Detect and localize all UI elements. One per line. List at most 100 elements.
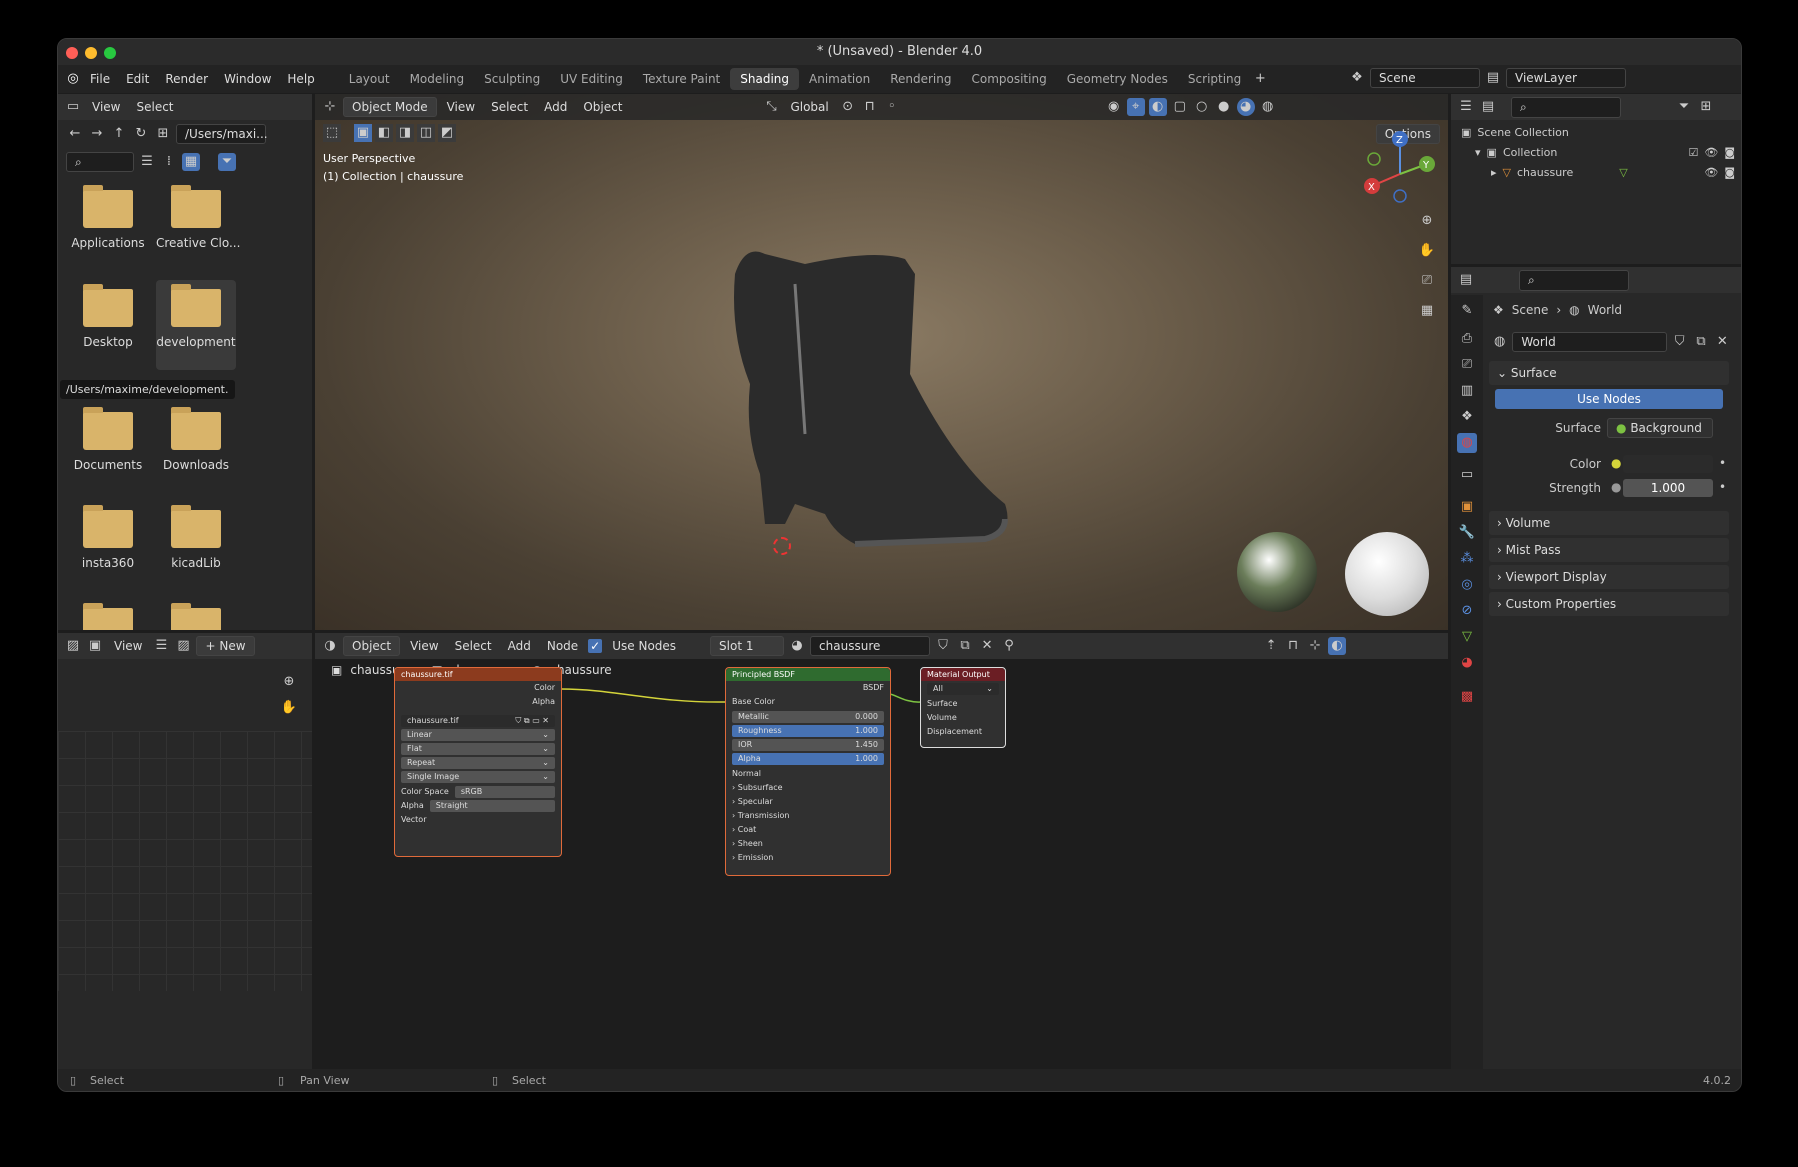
tab-animation[interactable]: Animation (799, 68, 880, 90)
surface-shader-field[interactable]: ● Background (1607, 418, 1713, 438)
camera-icon[interactable]: ⎚ (1418, 272, 1436, 290)
3d-viewport[interactable]: ⊹ Object Mode View Select Add Object ⤡ G… (315, 94, 1448, 630)
interpolation-dropdown[interactable]: Linear ⌄ (401, 729, 555, 741)
folder-kicadlib[interactable]: kicadLib (156, 505, 236, 570)
list-view-icon[interactable]: ☰ (138, 153, 156, 171)
properties-search-input[interactable]: ⌕ (1519, 269, 1629, 291)
expand-icon[interactable]: ▸ (1491, 166, 1497, 179)
zoom-icon[interactable]: ⊕ (280, 673, 298, 691)
outliner-collection[interactable]: ▾ ▣ Collection ☑ 👁 ◙ (1475, 146, 1735, 159)
unlink-icon[interactable]: ✕ (1714, 333, 1731, 351)
coat-panel[interactable]: › Coat (726, 823, 890, 837)
eye-icon[interactable]: 👁 (1704, 146, 1718, 159)
ortho-grid-icon[interactable]: ▦ (1418, 302, 1436, 320)
view-mode-icon[interactable]: ▣ (86, 637, 104, 655)
outliner-scene-collection[interactable]: ▣ Scene Collection (1461, 126, 1569, 139)
intersect-selection-icon[interactable]: ◩ (438, 124, 456, 142)
folder-insta360[interactable]: insta360 (68, 505, 148, 570)
menu-render[interactable]: Render (157, 72, 216, 86)
pivot-icon[interactable]: ⊙ (839, 98, 857, 116)
ior-field[interactable]: IOR 1.450 (732, 739, 884, 751)
editor-type-icon[interactable]: ☰ (1457, 98, 1475, 116)
xray-icon[interactable]: ▢ (1171, 98, 1189, 116)
hamburger-menu-icon[interactable]: ☰ (152, 637, 170, 655)
outliner-search-input[interactable]: ⌕ (1511, 96, 1621, 118)
editor-type-icon[interactable]: ▭ (64, 98, 82, 116)
use-nodes-button[interactable]: Use Nodes (1495, 389, 1723, 409)
object-tab-icon[interactable]: ▣ (1457, 497, 1477, 517)
tab-rendering[interactable]: Rendering (880, 68, 961, 90)
volume-section-header[interactable]: › Volume (1489, 511, 1729, 535)
folder-music[interactable] (156, 603, 236, 630)
maximize-window-button[interactable] (104, 47, 116, 59)
new-collection-icon[interactable]: ⊞ (1697, 98, 1715, 116)
columns-view-icon[interactable]: ⁞ (160, 153, 178, 171)
visibility-icon[interactable]: ◉ (1105, 98, 1123, 116)
tab-shading[interactable]: Shading (730, 68, 799, 90)
folder-development[interactable]: development (156, 280, 236, 370)
principled-bsdf-node[interactable]: Principled BSDF BSDF Base Color Metallic… (725, 667, 891, 876)
sheen-panel[interactable]: › Sheen (726, 837, 890, 851)
filter-icon[interactable]: ⏷ (1675, 98, 1693, 116)
viewport-display-section-header[interactable]: › Viewport Display (1489, 565, 1729, 589)
mist-pass-section-header[interactable]: › Mist Pass (1489, 538, 1729, 562)
fake-user-icon[interactable]: ⛉ (1671, 333, 1688, 351)
alpha-field[interactable]: Alpha 1.000 (732, 753, 884, 765)
fb-view-menu[interactable]: View (86, 100, 126, 114)
image-texture-node[interactable]: chaussure.tif Color Alpha chaussure.tif ⛉… (394, 667, 562, 857)
snap-icon[interactable]: ⊓ (861, 98, 879, 116)
pan-hand-icon[interactable]: ✋ (1418, 242, 1436, 260)
material-shading-icon[interactable]: ◕ (1236, 98, 1255, 116)
gizmo-icon[interactable]: ⌖ (1126, 98, 1145, 116)
forward-arrow-icon[interactable]: → (88, 125, 106, 143)
source-dropdown[interactable]: Single Image ⌄ (401, 771, 555, 783)
tab-compositing[interactable]: Compositing (961, 68, 1056, 90)
tab-layout[interactable]: Layout (339, 68, 400, 90)
texture-tab-icon[interactable]: ▩ (1457, 687, 1477, 707)
viewport-add-menu[interactable]: Add (538, 100, 573, 114)
data-tab-icon[interactable]: ▽ (1457, 627, 1477, 647)
render-tab-icon[interactable]: ⎙ (1457, 329, 1477, 349)
custom-properties-section-header[interactable]: › Custom Properties (1489, 592, 1729, 616)
physics-tab-icon[interactable]: ◎ (1457, 575, 1477, 595)
constraints-tab-icon[interactable]: ⊘ (1457, 601, 1477, 621)
world-browse-icon[interactable]: ◍ (1491, 333, 1508, 351)
new-selection-icon[interactable]: ▣ (354, 124, 372, 142)
navigation-gizmo[interactable]: Z X Y (1360, 129, 1440, 209)
keyframe-dot-icon[interactable]: • (1719, 456, 1726, 470)
shader-node-editor[interactable]: ◑ Object View Select Add Node ✓ Use Node… (315, 633, 1448, 1071)
tab-sculpting[interactable]: Sculpting (474, 68, 550, 90)
select-box-icon[interactable]: ⬚ (323, 124, 341, 142)
image-grid[interactable] (58, 731, 312, 991)
refresh-icon[interactable]: ↻ (132, 125, 150, 143)
path-field[interactable]: /Users/maxi... (176, 124, 268, 144)
image-file-field[interactable]: chaussure.tif ⛉ ⧉ ▭ ✕ (401, 715, 555, 727)
metallic-field[interactable]: Metallic 0.000 (732, 711, 884, 723)
material-output-node[interactable]: Material Output All ⌄ Surface Volume Disp… (920, 667, 1006, 748)
projection-dropdown[interactable]: Flat ⌄ (401, 743, 555, 755)
output-tab-icon[interactable]: ⎚ (1457, 355, 1477, 375)
modifier-tab-icon[interactable]: 🔧 (1457, 523, 1477, 543)
image-browse-icon[interactable]: ▨ (174, 637, 192, 655)
render-camera-icon[interactable]: ◙ (1724, 166, 1735, 179)
tab-texture-paint[interactable]: Texture Paint (633, 68, 730, 90)
folder-creative-cloud[interactable]: Creative Clo... (156, 185, 240, 250)
editor-type-icon[interactable]: ⊹ (321, 98, 339, 116)
filter-icon[interactable]: ⏷ (218, 153, 236, 171)
transmission-panel[interactable]: › Transmission (726, 809, 890, 823)
subsurface-panel[interactable]: › Subsurface (726, 781, 890, 795)
world-tab-icon[interactable]: ◍ (1457, 433, 1477, 453)
parent-dir-icon[interactable]: ↑ (110, 125, 128, 143)
color-swatch[interactable] (1623, 455, 1713, 473)
specular-panel[interactable]: › Specular (726, 795, 890, 809)
eye-icon[interactable]: 👁 (1704, 166, 1718, 179)
invert-selection-icon[interactable]: ◫ (417, 124, 435, 142)
tab-scripting[interactable]: Scripting (1178, 68, 1251, 90)
emission-panel[interactable]: › Emission (726, 851, 890, 865)
viewlayer-icon[interactable]: ▤ (1484, 69, 1502, 87)
world-name-field[interactable]: World (1512, 332, 1668, 352)
tool-tab-icon[interactable]: ✎ (1457, 301, 1477, 321)
viewlayer-selector[interactable]: ViewLayer (1506, 68, 1626, 88)
thumbnail-view-icon[interactable]: ▦ (182, 153, 200, 171)
scene-tab-icon[interactable]: ❖ (1457, 407, 1477, 427)
